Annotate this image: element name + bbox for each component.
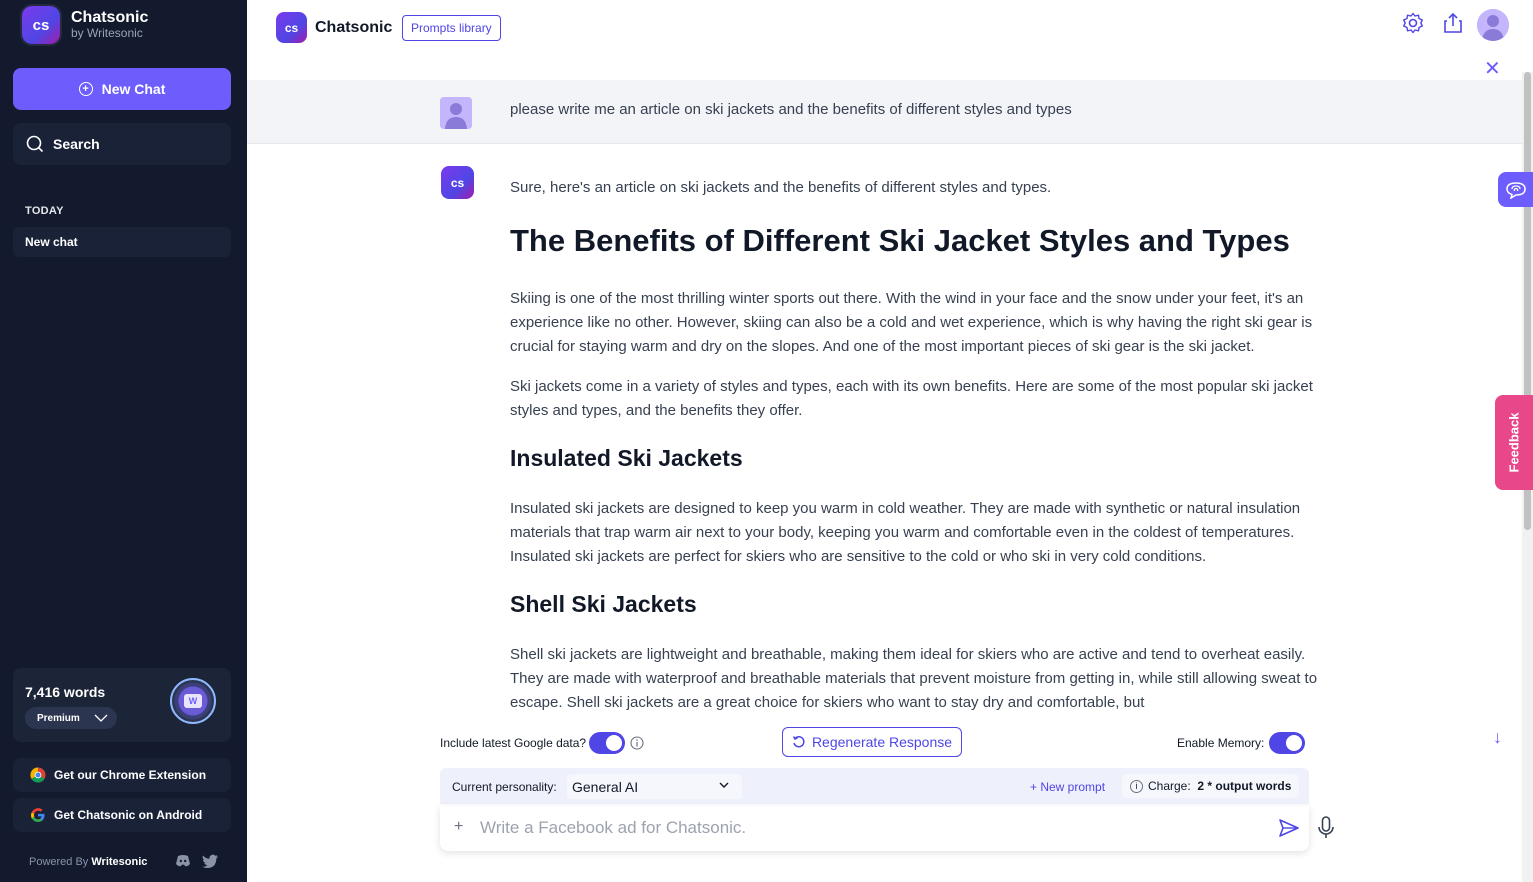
- prompt-input[interactable]: [480, 814, 1250, 842]
- brand[interactable]: cs Chatsonic by Writesonic: [22, 6, 148, 44]
- search-icon: [26, 135, 44, 153]
- words-count: 7,416 words: [25, 684, 106, 700]
- words-usage-ring: W: [170, 678, 216, 724]
- prompt-input-box: +: [440, 806, 1309, 851]
- send-icon[interactable]: [1278, 818, 1300, 838]
- new-chat-button[interactable]: + New Chat: [13, 68, 231, 110]
- prompts-library-button[interactable]: Prompts library: [402, 15, 501, 41]
- page-title: Chatsonic: [315, 19, 393, 36]
- chevron-down-icon: [719, 782, 729, 788]
- personality-value: General AI: [572, 778, 639, 795]
- plan-label: Premium: [37, 712, 80, 724]
- bot-avatar: cs: [441, 166, 474, 199]
- brand-by: by Writesonic: [71, 26, 143, 41]
- chat-history-item[interactable]: New chat: [13, 227, 231, 257]
- share-icon[interactable]: [1443, 12, 1463, 34]
- scroll-down-icon[interactable]: ↓: [1493, 727, 1502, 748]
- sidebar: cs Chatsonic by Writesonic + New Chat Se…: [0, 0, 247, 882]
- user-silhouette-icon: [1477, 9, 1509, 41]
- personality-bar: Current personality: General AI + New pr…: [440, 768, 1309, 804]
- user-avatar[interactable]: [1477, 9, 1509, 41]
- charge-value: 2 * output words: [1197, 779, 1292, 793]
- personality-select[interactable]: General AI: [567, 774, 742, 799]
- article-paragraph: Insulated ski jackets are designed to ke…: [510, 500, 1301, 565]
- article-heading: Shell Ski Jackets: [510, 591, 697, 617]
- user-silhouette-icon: [440, 97, 472, 129]
- charge-label: Charge:: [1148, 779, 1191, 793]
- memory-toggle[interactable]: [1269, 732, 1305, 754]
- microphone-icon[interactable]: [1317, 816, 1335, 840]
- response-intro: Sure, here's an article on ski jackets a…: [510, 179, 1052, 196]
- writesonic-badge-icon: W: [184, 694, 202, 708]
- info-icon: i: [1130, 779, 1143, 793]
- charge-info: i Charge: 2 * output words: [1122, 774, 1300, 798]
- regenerate-response-button[interactable]: Regenerate Response: [782, 727, 962, 757]
- bot-response: Sure, here's an article on ski jackets a…: [510, 179, 1330, 731]
- google-icon: [31, 808, 45, 822]
- personality-label: Current personality:: [452, 780, 557, 794]
- chatsonic-logo: cs: [276, 12, 307, 43]
- powered-by: Powered By Writesonic: [29, 856, 147, 868]
- section-today: TODAY: [25, 205, 64, 217]
- powered-brand: Writesonic: [91, 856, 148, 868]
- twitter-icon[interactable]: [202, 854, 219, 868]
- gear-icon[interactable]: [1402, 12, 1424, 34]
- user-message-row: please write me an article on ski jacket…: [247, 80, 1522, 144]
- article-paragraph: Skiing is one of the most thrilling wint…: [510, 290, 1313, 355]
- google-data-label: Include latest Google data?: [440, 736, 587, 750]
- memory-label: Enable Memory:: [1177, 736, 1265, 750]
- android-app-button[interactable]: Get Chatsonic on Android: [13, 798, 231, 832]
- feedback-label: Feedback: [1506, 412, 1522, 473]
- new-chat-label: New Chat: [101, 81, 166, 97]
- user-avatar: [440, 97, 472, 129]
- close-icon[interactable]: ✕: [1484, 56, 1501, 81]
- plan-dropdown[interactable]: Premium: [25, 707, 117, 729]
- user-message: please write me an article on ski jacket…: [510, 101, 1072, 118]
- plus-icon[interactable]: +: [454, 818, 463, 836]
- search-label: Search: [53, 136, 100, 152]
- side-chat-button[interactable]: [1498, 172, 1533, 207]
- article-paragraph: Ski jackets come in a variety of styles …: [510, 378, 1313, 419]
- info-icon[interactable]: [630, 736, 644, 750]
- search-button[interactable]: Search: [13, 123, 231, 165]
- article-heading: Insulated Ski Jackets: [510, 445, 743, 471]
- discord-icon[interactable]: [175, 854, 191, 868]
- new-prompt-link[interactable]: + New prompt: [1030, 780, 1105, 794]
- google-data-toggle[interactable]: [589, 732, 625, 754]
- chrome-icon: [30, 767, 46, 783]
- powered-prefix: Powered By: [29, 856, 92, 868]
- refresh-icon: [792, 736, 805, 748]
- brand-name: Chatsonic: [71, 8, 149, 26]
- article-paragraph: Shell ski jackets are lightweight and br…: [510, 646, 1318, 711]
- article-title: The Benefits of Different Ski Jacket Sty…: [510, 223, 1290, 258]
- top-bar: cs Chatsonic Prompts library ✕: [247, 0, 1533, 80]
- feedback-tab[interactable]: Feedback: [1495, 395, 1533, 490]
- chatsonic-logo: cs: [22, 6, 60, 44]
- words-card: 7,416 words Premium W: [13, 668, 231, 742]
- android-label: Get Chatsonic on Android: [54, 808, 203, 822]
- regenerate-label: Regenerate Response: [811, 734, 953, 750]
- fingerprint-chat-icon: [1505, 181, 1526, 199]
- chevron-down-icon: [94, 714, 108, 722]
- chrome-extension-button[interactable]: Get our Chrome Extension: [13, 758, 231, 792]
- plus-circle-icon: +: [78, 82, 93, 96]
- chrome-extension-label: Get our Chrome Extension: [54, 768, 207, 782]
